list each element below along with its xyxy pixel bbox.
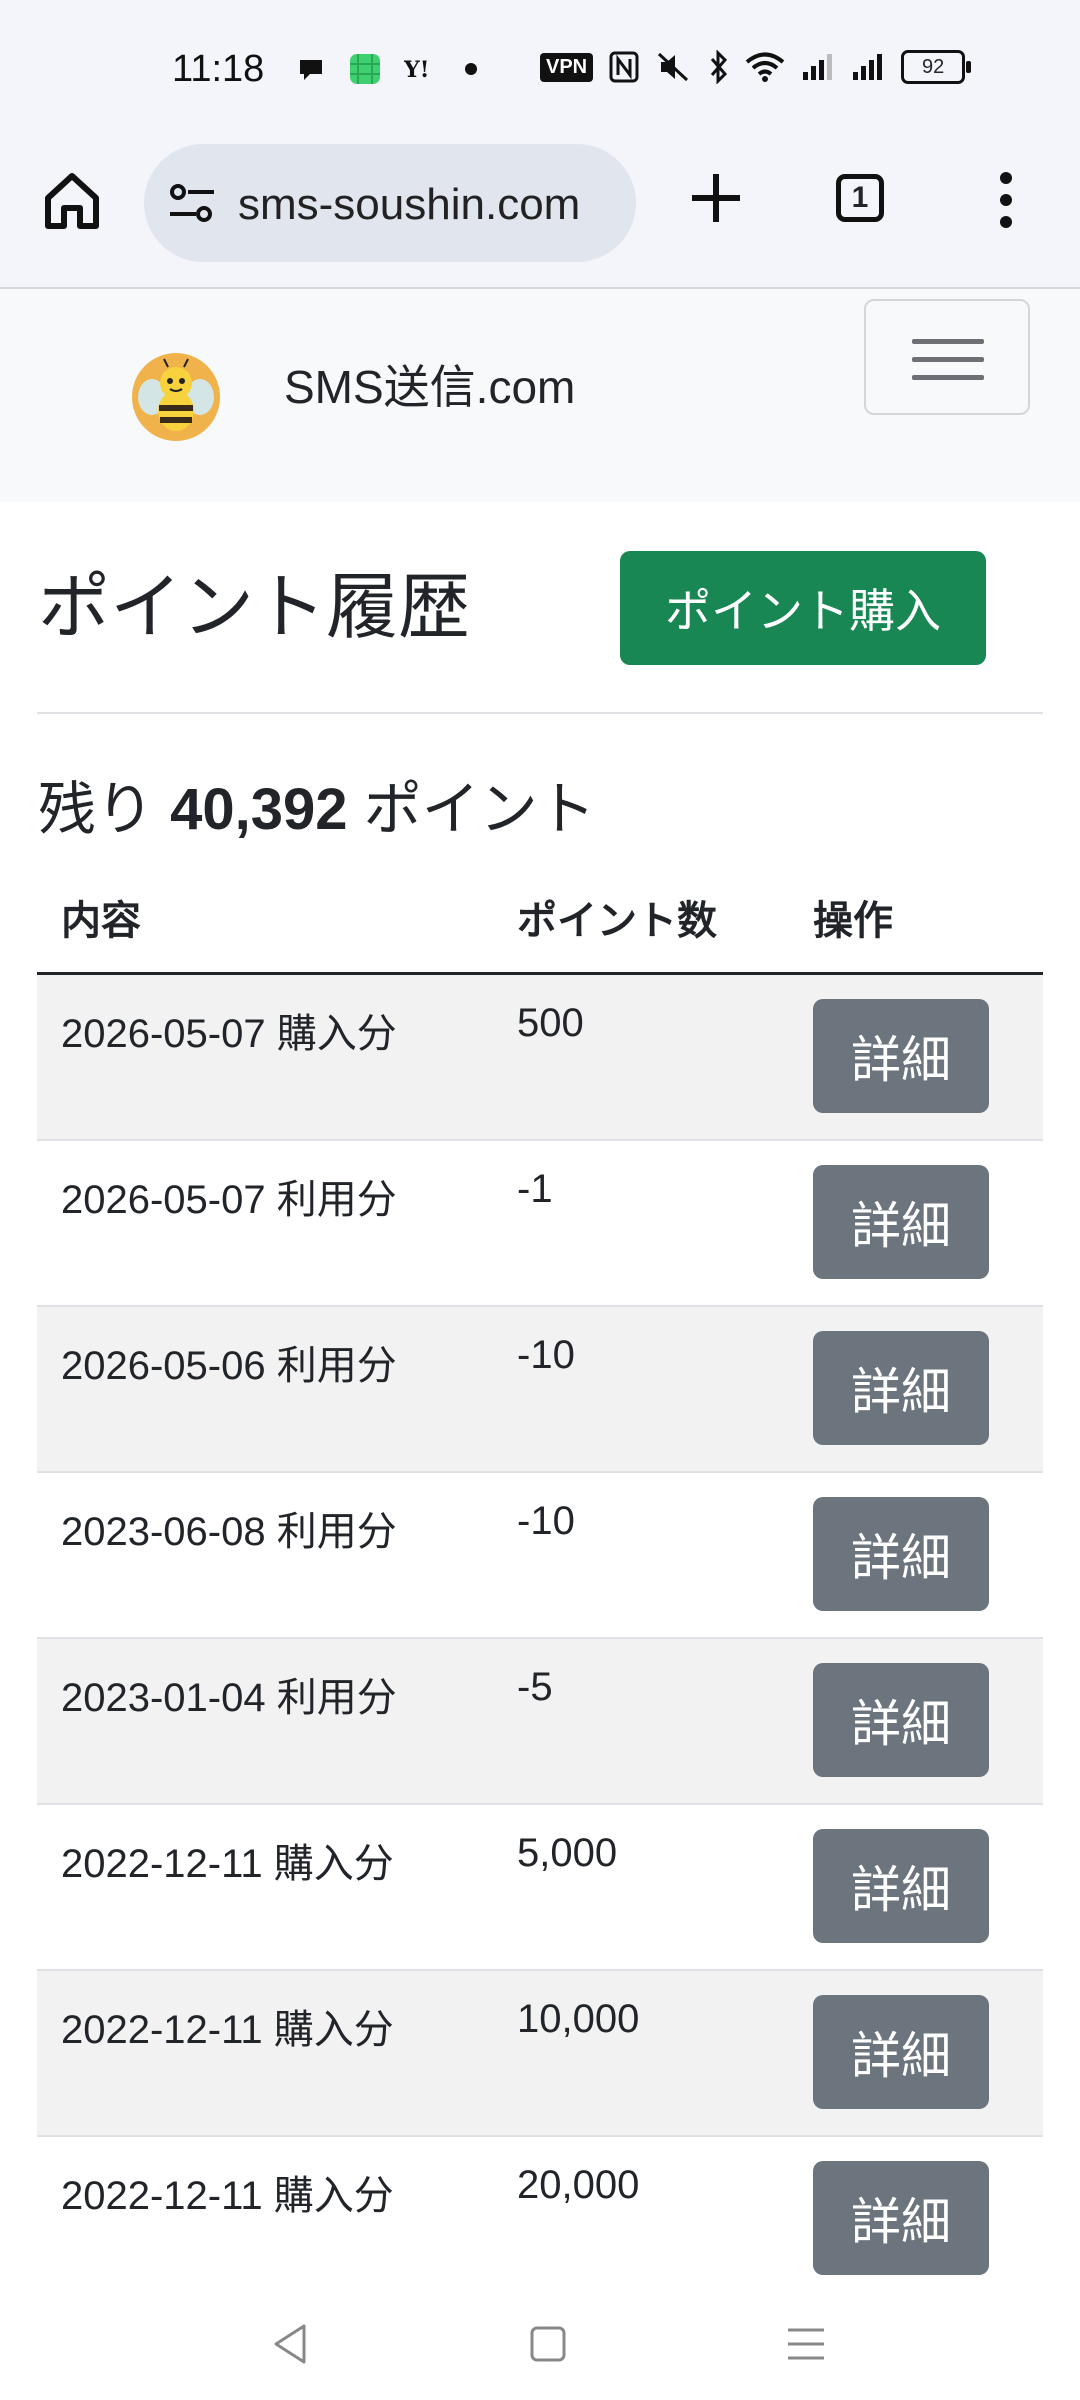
detail-button[interactable]: 詳細 bbox=[813, 1663, 989, 1777]
row-points: -10 bbox=[517, 1499, 575, 1543]
hamburger-icon bbox=[912, 339, 984, 344]
status-bar: 11:18 Y! VPN 92 bbox=[0, 0, 1080, 140]
row-content: 2022-12-11 購入分 bbox=[61, 1842, 394, 1886]
home-icon[interactable] bbox=[40, 168, 104, 232]
table-row: 2026-05-06 利用分 -10 詳細 bbox=[37, 1307, 1043, 1473]
detail-button[interactable]: 詳細 bbox=[813, 2161, 989, 2275]
detail-button[interactable]: 詳細 bbox=[813, 1829, 989, 1943]
url-text[interactable]: sms-soushin.com bbox=[238, 180, 580, 230]
row-points: -10 bbox=[517, 1333, 575, 1377]
tab-switcher-button[interactable]: 1 bbox=[836, 174, 884, 222]
row-points: 10,000 bbox=[517, 1997, 640, 2041]
new-tab-icon[interactable] bbox=[686, 168, 746, 228]
site-brand[interactable]: SMS送信.com bbox=[284, 351, 575, 417]
detail-button[interactable]: 詳細 bbox=[813, 999, 989, 1113]
bee-logo[interactable] bbox=[130, 351, 222, 443]
header-content: 内容 bbox=[61, 899, 141, 943]
row-points: 5,000 bbox=[517, 1831, 618, 1875]
home-nav-icon[interactable] bbox=[524, 2320, 572, 2368]
table-row: 2022-12-11 購入分 5,000 詳細 bbox=[37, 1805, 1043, 1971]
nfc-icon bbox=[609, 51, 639, 83]
green-app-icon bbox=[350, 54, 380, 84]
divider bbox=[37, 712, 1043, 714]
page-title: ポイント履歴 bbox=[38, 568, 471, 648]
chat-bubble-icon bbox=[300, 60, 322, 80]
hamburger-icon bbox=[912, 375, 984, 380]
signal-icon bbox=[803, 54, 833, 80]
table-header: 内容 ポイント数 操作 bbox=[37, 862, 1043, 975]
points-history-table: 内容 ポイント数 操作 2026-05-07 購入分 500 詳細 2026-0… bbox=[37, 862, 1043, 2303]
balance-suffix: ポイント bbox=[363, 777, 596, 842]
points-balance: 残り 40,392 ポイント bbox=[38, 762, 596, 846]
hamburger-icon bbox=[912, 357, 984, 362]
back-icon[interactable] bbox=[266, 2320, 314, 2368]
vpn-icon: VPN bbox=[540, 52, 594, 82]
detail-button[interactable]: 詳細 bbox=[813, 1331, 989, 1445]
detail-button[interactable]: 詳細 bbox=[813, 1995, 989, 2109]
status-time: 11:18 bbox=[172, 48, 265, 90]
table-row: 2022-12-11 購入分 20,000 詳細 bbox=[37, 2137, 1043, 2303]
row-content: 2023-06-08 利用分 bbox=[61, 1510, 397, 1554]
header-points: ポイント数 bbox=[517, 899, 717, 943]
row-points: -5 bbox=[517, 1665, 553, 1709]
row-content: 2023-01-04 利用分 bbox=[61, 1676, 397, 1720]
system-navigation-bar bbox=[0, 2280, 1080, 2400]
detail-button[interactable]: 詳細 bbox=[813, 1497, 989, 1611]
row-content: 2026-05-06 利用分 bbox=[61, 1344, 397, 1388]
site-navbar: SMS送信.com bbox=[0, 289, 1080, 502]
header-action: 操作 bbox=[813, 899, 893, 943]
site-settings-icon[interactable] bbox=[168, 182, 216, 224]
row-points: 500 bbox=[517, 1001, 584, 1045]
recents-icon[interactable] bbox=[782, 2320, 830, 2368]
bluetooth-icon bbox=[710, 50, 728, 84]
row-content: 2022-12-11 購入分 bbox=[61, 2174, 394, 2218]
balance-value: 40,392 bbox=[170, 777, 348, 842]
row-content: 2026-05-07 利用分 bbox=[61, 1178, 397, 1222]
yahoo-icon: Y! bbox=[404, 57, 429, 83]
balance-prefix: 残り bbox=[38, 777, 155, 842]
svg-text:Y!: Y! bbox=[404, 57, 429, 83]
table-row: 2023-01-04 利用分 -5 詳細 bbox=[37, 1639, 1043, 1805]
browser-toolbar: sms-soushin.com 1 bbox=[0, 140, 1080, 289]
table-row: 2023-06-08 利用分 -10 詳細 bbox=[37, 1473, 1043, 1639]
address-bar[interactable]: sms-soushin.com bbox=[144, 144, 636, 262]
row-content: 2026-05-07 購入分 bbox=[61, 1012, 397, 1056]
row-content: 2022-12-11 購入分 bbox=[61, 2008, 394, 2052]
wifi-icon bbox=[745, 52, 785, 82]
row-points: 20,000 bbox=[517, 2163, 640, 2207]
more-menu-icon[interactable] bbox=[996, 170, 1016, 230]
buy-points-button[interactable]: ポイント購入 bbox=[620, 551, 986, 665]
signal-icon bbox=[853, 54, 883, 80]
battery-icon: 92 bbox=[901, 50, 972, 84]
table-row: 2026-05-07 購入分 500 詳細 bbox=[37, 975, 1043, 1141]
mute-icon bbox=[658, 52, 689, 82]
table-row: 2026-05-07 利用分 -1 詳細 bbox=[37, 1141, 1043, 1307]
detail-button[interactable]: 詳細 bbox=[813, 1165, 989, 1279]
table-row: 2022-12-11 購入分 10,000 詳細 bbox=[37, 1971, 1043, 2137]
dot-icon bbox=[465, 63, 477, 75]
row-points: -1 bbox=[517, 1167, 553, 1211]
navbar-toggle-button[interactable] bbox=[864, 299, 1030, 415]
